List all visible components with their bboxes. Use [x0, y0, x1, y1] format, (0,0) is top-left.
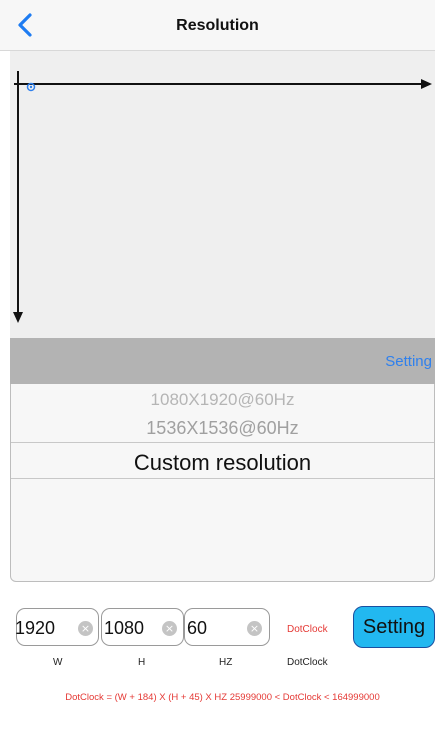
height-input[interactable]: 1080 ×: [101, 608, 184, 646]
page-title: Resolution: [176, 17, 259, 34]
hz-input[interactable]: 60 ×: [184, 608, 270, 646]
resolution-preview-canvas: [10, 51, 435, 338]
picker-option[interactable]: 1536X1536@60Hz: [11, 418, 434, 439]
resolution-picker[interactable]: 1080X1920@60Hz 1536X1536@60Hz Custom res…: [10, 384, 435, 582]
selection-divider-bottom: [11, 478, 434, 479]
picker-option[interactable]: 1080X1920@60Hz: [11, 390, 434, 410]
dotclock-value: DotClock: [287, 624, 328, 635]
hz-value: 60: [187, 618, 208, 638]
setting-button[interactable]: Setting: [353, 606, 435, 648]
height-label: H: [138, 657, 146, 668]
height-value: 1080: [104, 618, 145, 638]
dotclock-label: DotClock: [287, 657, 328, 668]
hz-label: HZ: [219, 657, 233, 668]
axes-diagram: [13, 71, 432, 323]
dotclock-formula: DotClock = (W + 184) X (H + 45) X HZ 259…: [65, 692, 380, 703]
width-label: W: [53, 657, 63, 668]
clear-icon[interactable]: ×: [247, 621, 262, 636]
x-arrow-head: [421, 79, 432, 89]
origin-dot: [29, 85, 33, 89]
picker-option-selected[interactable]: Custom resolution: [11, 450, 434, 476]
selection-divider-top: [11, 442, 434, 443]
width-value: 1920: [15, 618, 56, 638]
toolbar-setting-button[interactable]: Setting: [385, 353, 432, 370]
y-arrow-head: [13, 312, 23, 323]
clear-icon[interactable]: ×: [162, 621, 177, 636]
navigation-bar: Resolution: [0, 0, 435, 51]
width-input[interactable]: 1920 ×: [15, 608, 99, 646]
clear-icon[interactable]: ×: [78, 621, 93, 636]
picker-toolbar: Setting: [10, 338, 435, 384]
